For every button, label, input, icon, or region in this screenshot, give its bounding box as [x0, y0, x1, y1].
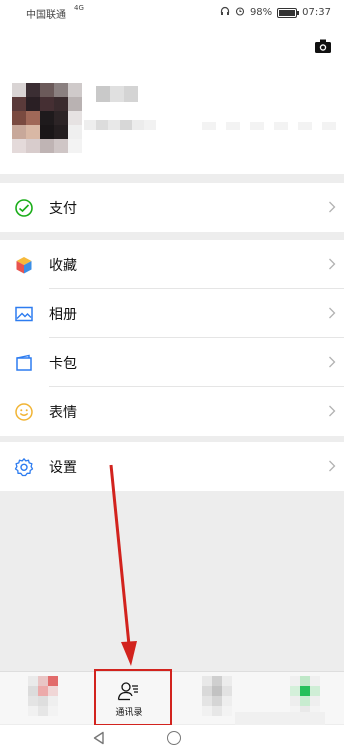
- avatar-pixel: [26, 97, 40, 111]
- wallet-check-icon: [15, 199, 33, 217]
- avatar-pixel: [68, 83, 82, 97]
- chevron-right-icon: [329, 405, 336, 417]
- avatar-pixel: [12, 111, 26, 125]
- avatar-pixel: [40, 111, 54, 125]
- menu-item-favorites[interactable]: 收藏: [0, 240, 344, 289]
- avatar-pixel: [54, 97, 68, 111]
- network-type: 4G: [74, 4, 84, 12]
- chevron-right-icon: [329, 460, 336, 472]
- avatar-pixel: [12, 97, 26, 111]
- battery-icon: [277, 7, 300, 18]
- gear-icon: [14, 458, 34, 477]
- chevron-right-icon: [329, 258, 336, 270]
- tab-me-blurred: [290, 676, 320, 716]
- menu-item-pay[interactable]: 支付: [0, 183, 344, 232]
- avatar-pixel: [54, 83, 68, 97]
- avatar-pixel: [40, 139, 54, 153]
- avatar-pixel: [54, 111, 68, 125]
- menu-group-settings: 设置: [0, 442, 344, 491]
- avatar-pixel: [68, 111, 82, 125]
- menu-group-pay: 支付: [0, 183, 344, 232]
- smiley-icon: [15, 403, 33, 421]
- avatar-pixel: [12, 125, 26, 139]
- avatar-pixel: [68, 97, 82, 111]
- status-right: 98% 07:37: [220, 6, 331, 19]
- avatar-pixel: [26, 125, 40, 139]
- qr-code-blurred[interactable]: [202, 122, 336, 130]
- battery-percent: 98%: [249, 7, 273, 18]
- menu-label-cards: 卡包: [49, 356, 77, 372]
- picture-icon: [15, 306, 33, 322]
- avatar-pixel: [68, 125, 82, 139]
- chevron-right-icon: [329, 201, 336, 213]
- menu-label-favorites: 收藏: [49, 258, 77, 274]
- headset-icon: [220, 6, 230, 19]
- menu-item-settings[interactable]: 设置: [0, 442, 344, 491]
- menu-label-pay: 支付: [49, 201, 77, 217]
- menu-item-cards[interactable]: 卡包: [0, 338, 344, 387]
- menu-group-main: 收藏 相册 卡包 表情: [0, 240, 344, 436]
- avatar-pixel: [54, 139, 68, 153]
- avatar-pixel: [26, 111, 40, 125]
- avatar-pixel: [40, 97, 54, 111]
- alarm-icon: [235, 6, 245, 19]
- avatar-pixel: [54, 125, 68, 139]
- card-wallet-icon: [16, 354, 32, 371]
- avatar[interactable]: [12, 83, 82, 153]
- cube-icon: [16, 257, 32, 274]
- carrier-name: 中国联通: [26, 10, 66, 21]
- avatar-pixel: [26, 83, 40, 97]
- clock: 07:37: [302, 7, 331, 18]
- menu-label-stickers: 表情: [49, 405, 77, 421]
- avatar-pixel: [68, 139, 82, 153]
- chevron-right-icon: [329, 356, 336, 368]
- avatar-pixel: [12, 139, 26, 153]
- menu-item-album[interactable]: 相册: [0, 289, 344, 338]
- menu-item-stickers[interactable]: 表情: [0, 387, 344, 436]
- menu-label-album: 相册: [49, 307, 77, 323]
- tab-discover-blurred: [202, 676, 232, 716]
- tab-chats[interactable]: [0, 672, 86, 724]
- tab-chats-blurred: [28, 676, 58, 716]
- menu-label-settings: 设置: [49, 460, 77, 476]
- back-triangle-icon[interactable]: [92, 731, 106, 745]
- tab-label-blurred: [235, 712, 325, 726]
- home-circle-icon[interactable]: [167, 731, 181, 745]
- chevron-right-icon: [329, 307, 336, 319]
- avatar-pixel: [12, 83, 26, 97]
- wechat-id-blurred: [84, 120, 156, 130]
- status-bar: 中国联通 4G 98% 07:37: [0, 0, 344, 24]
- avatar-pixel: [26, 139, 40, 153]
- avatar-pixel: [40, 83, 54, 97]
- nickname-blurred: [96, 86, 138, 102]
- profile-header[interactable]: [0, 24, 344, 174]
- annotation-highlight-box: [94, 669, 172, 726]
- system-nav-bar: [0, 725, 344, 752]
- avatar-pixel: [40, 125, 54, 139]
- camera-icon[interactable]: [314, 38, 332, 54]
